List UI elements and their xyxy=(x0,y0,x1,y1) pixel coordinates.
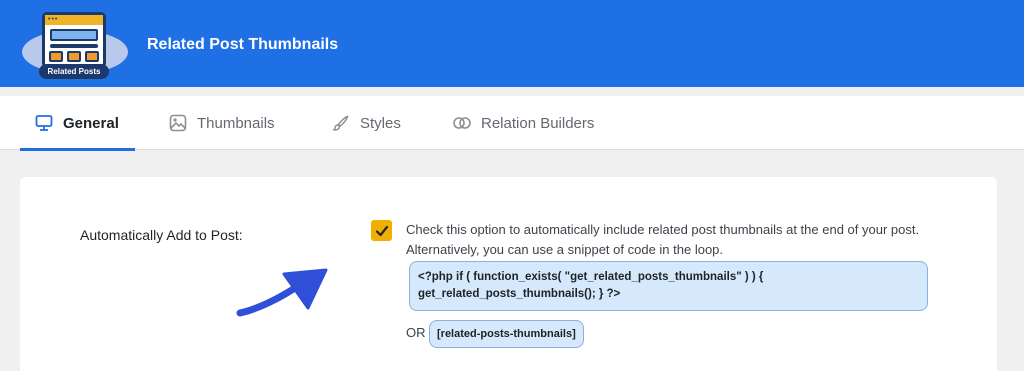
tab-general[interactable]: General xyxy=(20,96,135,151)
image-icon xyxy=(168,113,188,133)
brush-icon xyxy=(331,113,351,133)
tab-label: Styles xyxy=(360,114,401,132)
shortcode-snippet[interactable]: [related-posts-thumbnails] xyxy=(429,320,584,348)
code-snippet[interactable]: <?php if ( function_exists( "get_related… xyxy=(409,261,928,311)
auto-add-label: Automatically Add to Post: xyxy=(80,227,243,243)
tab-label: General xyxy=(63,114,119,132)
checkmark-icon xyxy=(375,225,388,236)
logo-dots: ••• xyxy=(48,16,59,23)
logo-label: Related Posts xyxy=(39,64,109,79)
code-line-2: get_related_posts_thumbnails(); } ?> xyxy=(418,288,621,300)
link-circles-icon xyxy=(452,113,472,133)
monitor-icon xyxy=(34,113,54,133)
settings-card: Automatically Add to Post: Check this op… xyxy=(20,177,997,371)
app-header: ••• Related Posts Related Post Thumbnail… xyxy=(0,0,1024,87)
tab-bar: General Thumbnails Styles Relation Build… xyxy=(0,96,1024,151)
auto-add-checkbox[interactable] xyxy=(371,220,392,241)
pointer-arrow-icon xyxy=(236,268,328,317)
page-title: Related Post Thumbnails xyxy=(147,36,339,53)
tab-label: Relation Builders xyxy=(481,114,595,132)
tab-styles[interactable]: Styles xyxy=(331,96,401,150)
description-line-2: Alternatively, you can use a snippet of … xyxy=(406,242,724,257)
tab-label: Thumbnails xyxy=(197,114,275,132)
tab-relation-builders[interactable]: Relation Builders xyxy=(452,96,594,150)
plugin-logo: ••• Related Posts xyxy=(18,8,132,82)
auto-add-description: Check this option to automatically inclu… xyxy=(406,220,966,260)
or-label: OR xyxy=(406,325,426,340)
tab-thumbnails[interactable]: Thumbnails xyxy=(168,96,275,150)
logo-window-icon: ••• xyxy=(42,12,106,68)
code-line-1: <?php if ( function_exists( "get_related… xyxy=(418,271,764,283)
description-line-1: Check this option to automatically inclu… xyxy=(406,222,920,237)
